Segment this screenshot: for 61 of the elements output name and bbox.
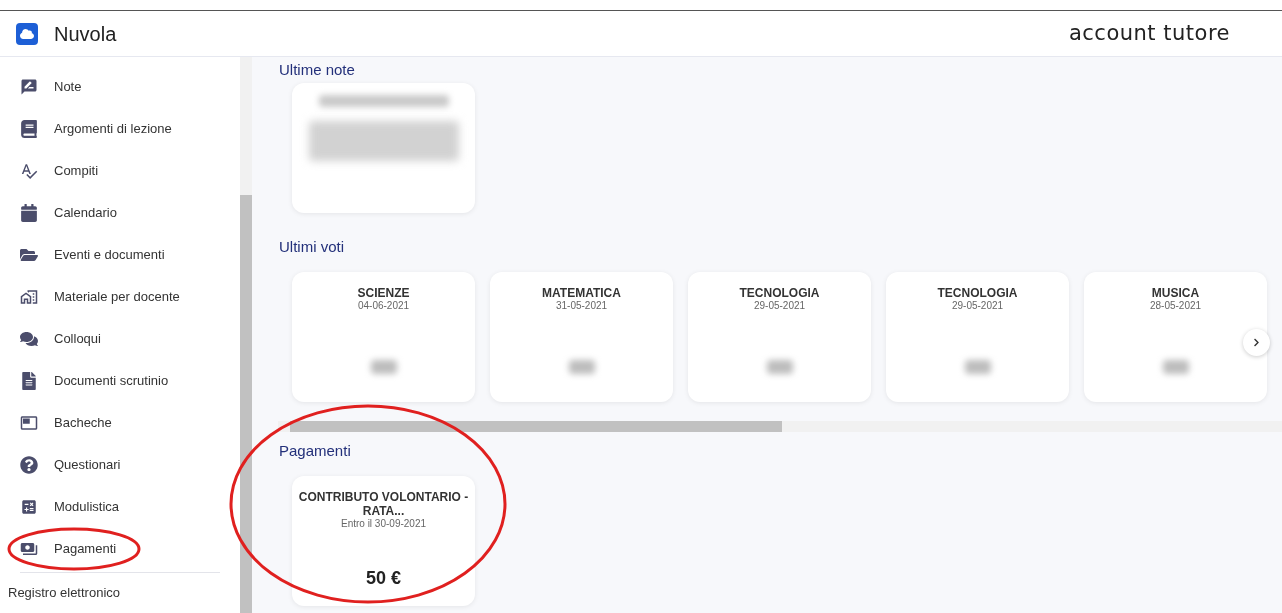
sidebar-item[interactable]: Colloqui <box>0 318 240 360</box>
sidebar-item[interactable]: Questionari <box>0 444 240 486</box>
grade-card[interactable]: MATEMATICA 31-05-2021 <box>490 272 673 402</box>
sidebar-item[interactable]: Documenti scrutinio <box>0 360 240 402</box>
payment-icon <box>20 540 38 558</box>
blurred-grade-placeholder <box>1162 360 1189 374</box>
grade-date: 29-05-2021 <box>951 300 1004 312</box>
chat-icon <box>20 330 38 348</box>
scrollbar-thumb[interactable] <box>240 195 252 613</box>
blurred-grade-placeholder <box>766 360 793 374</box>
sidebar-scrollbar[interactable] <box>240 57 252 613</box>
app-name: Nuvola <box>54 21 117 47</box>
document-icon <box>20 372 38 390</box>
folder-icon <box>20 246 38 264</box>
sidebar-item[interactable]: Pagamenti <box>0 528 240 570</box>
board-icon <box>20 414 38 432</box>
grade-card[interactable]: MUSICA 28-05-2021 <box>1084 272 1267 402</box>
note-icon <box>20 78 38 96</box>
house-icon <box>20 288 38 306</box>
subject-name: SCIENZE <box>357 286 410 300</box>
subject-name: TECNOLOGIA <box>937 286 1018 300</box>
subject-name: MUSICA <box>1151 286 1200 300</box>
blurred-grade-placeholder <box>370 360 397 374</box>
payment-title: CONTRIBUTO VOLONTARIO - RATA... <box>298 490 469 518</box>
grade-date: 29-05-2021 <box>753 300 806 312</box>
grade-date: 04-06-2021 <box>357 300 410 312</box>
payment-amount: 50 € <box>365 567 401 590</box>
grade-card[interactable]: SCIENZE 04-06-2021 <box>292 272 475 402</box>
scrollbar-thumb[interactable] <box>290 421 782 432</box>
subject-name: TECNOLOGIA <box>739 286 820 300</box>
book-icon <box>20 120 38 138</box>
chevron-right-icon <box>1252 338 1261 347</box>
payment-card[interactable]: CONTRIBUTO VOLONTARIO - RATA... Entro il 30-09-2021 50 € <box>292 476 475 606</box>
sidebar-item[interactable]: Bacheche <box>0 402 240 444</box>
calculator-icon <box>20 498 38 516</box>
section-heading: Ultime note <box>279 60 356 80</box>
account-label: account tutore <box>1068 19 1230 47</box>
note-card[interactable] <box>292 83 475 213</box>
sidebar-item[interactable]: Eventi e documenti <box>0 234 240 276</box>
horizontal-scrollbar[interactable] <box>278 421 1282 432</box>
subject-name: MATEMATICA <box>542 286 621 300</box>
due-date: Entro il 30-09-2021 <box>340 518 427 530</box>
cloud-logo-icon <box>16 22 38 45</box>
calendar-icon <box>20 204 38 222</box>
spellcheck-icon <box>20 162 38 180</box>
sidebar-footer-link[interactable]: Registro elettronico <box>0 573 240 613</box>
sidebar-item[interactable]: Note <box>0 66 240 108</box>
grade-date: 28-05-2021 <box>1149 300 1202 312</box>
grade-card[interactable]: TECNOLOGIA 29-05-2021 <box>886 272 1069 402</box>
sidebar-item[interactable]: Materiale per docente <box>0 276 240 318</box>
section-heading: Ultimi voti <box>279 237 345 257</box>
question-icon <box>20 456 38 474</box>
grade-date: 31-05-2021 <box>555 300 608 312</box>
section-heading: Pagamenti <box>279 441 352 461</box>
grade-card[interactable]: TECNOLOGIA 29-05-2021 <box>688 272 871 402</box>
sidebar-item[interactable]: Modulistica <box>0 486 240 528</box>
blurred-grade-placeholder <box>964 360 991 374</box>
sidebar-item[interactable]: Compiti <box>0 150 240 192</box>
blurred-grade-placeholder <box>568 360 595 374</box>
sidebar-item[interactable]: Argomenti di lezione <box>0 108 240 150</box>
sidebar-item[interactable]: Calendario <box>0 192 240 234</box>
